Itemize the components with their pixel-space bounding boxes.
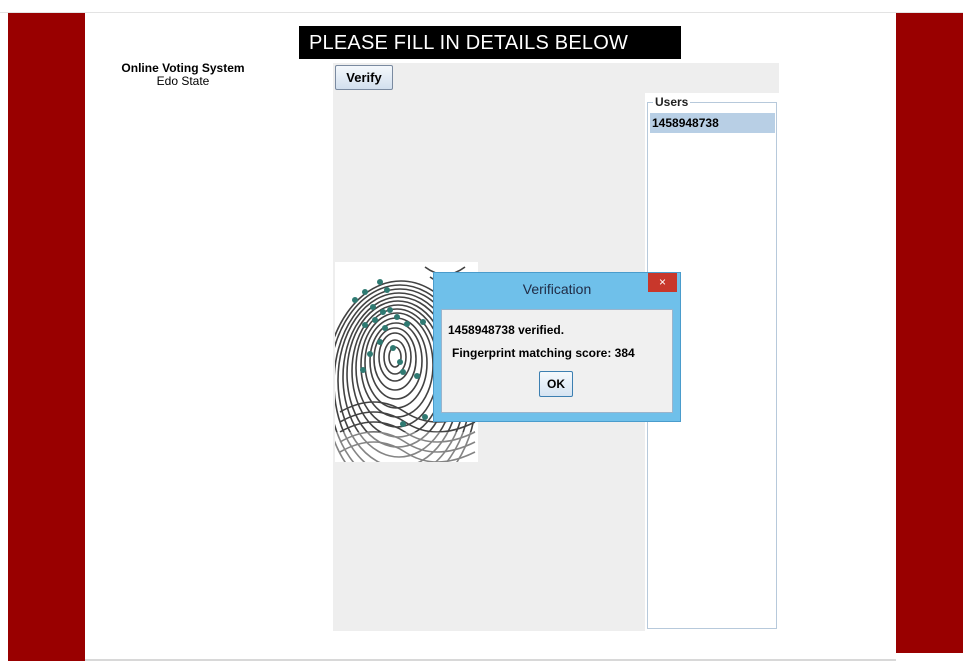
verification-dialog: Verification × 1458948738 verified. Fing… bbox=[433, 272, 681, 422]
right-side-bar bbox=[896, 13, 963, 653]
left-side-bar bbox=[8, 13, 85, 661]
verify-button[interactable]: Verify bbox=[335, 65, 393, 90]
dialog-title: Verification bbox=[522, 281, 592, 297]
instruction-banner: PLEASE FILL IN DETAILS BELOW bbox=[299, 26, 681, 59]
ok-button[interactable]: OK bbox=[539, 371, 573, 397]
app-header: Online Voting System Edo State bbox=[120, 62, 246, 88]
user-list-item[interactable]: 1458948738 bbox=[650, 113, 775, 133]
verified-message: 1458948738 verified. bbox=[448, 323, 565, 337]
window-top-edge bbox=[0, 0, 963, 13]
close-icon[interactable]: × bbox=[648, 273, 677, 292]
score-message: Fingerprint matching score: 384 bbox=[452, 346, 635, 360]
app-state: Edo State bbox=[156, 74, 210, 88]
dialog-body: 1458948738 verified. Fingerprint matchin… bbox=[441, 309, 673, 413]
panel-top-strip bbox=[645, 63, 779, 93]
users-legend: Users bbox=[653, 95, 691, 109]
